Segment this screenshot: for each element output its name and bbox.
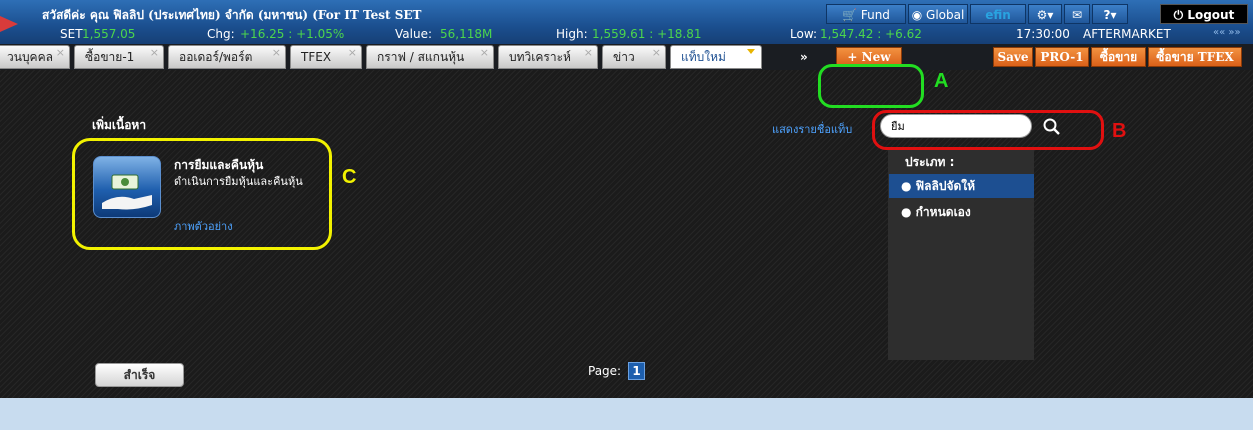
tab-label: TFEX (301, 50, 332, 64)
annotation-ring-c (72, 138, 332, 250)
annotation-ring-a (818, 64, 924, 108)
more-tabs-icon[interactable]: » (800, 50, 808, 64)
market-session: AFTERMARKET (1083, 27, 1171, 41)
page-number-button[interactable]: 1 (628, 362, 645, 380)
tab-news[interactable]: ข่าว × (602, 45, 666, 69)
low-value: 1,547.42 : +6.62 (820, 27, 922, 41)
filter-option-label: กำหนดเอง (915, 205, 971, 219)
close-icon[interactable]: × (56, 42, 65, 64)
tab-label: กราฟ / สแกนหุ้น (377, 50, 465, 64)
help-icon: ?▾ (1103, 8, 1117, 22)
filter-title: ประเภท : (905, 155, 955, 169)
help-button[interactable]: ?▾ (1092, 4, 1128, 24)
high-value: 1,559.61 : +18.81 (592, 27, 702, 41)
value-label: Value: (395, 27, 432, 41)
save-button[interactable]: Save (993, 47, 1033, 67)
buysell-button[interactable]: ซื้อขาย (1091, 47, 1146, 67)
market-quote-row: SET 1,557.05 Chg: +16.25 : +1.05% Value:… (0, 24, 1253, 44)
global-label: Global (926, 8, 965, 22)
globe-icon: ◉ (911, 8, 923, 22)
chg-value: +16.25 : +1.05% (240, 27, 345, 41)
dropdown-triangle-icon[interactable] (747, 49, 755, 54)
annotation-label-a: A (934, 70, 949, 92)
header-bar: สวัสดีค่ะ คุณ ฟิลลิป (ประเทศไทย) จำกัด (… (0, 0, 1253, 44)
market-time: 17:30:00 (1016, 27, 1070, 41)
quote-nav-arrows[interactable]: «« »» (1213, 27, 1241, 38)
annotation-label-c: C (342, 166, 357, 188)
power-icon: ⏻ (1173, 8, 1184, 22)
close-icon[interactable]: × (272, 42, 281, 64)
settings-button[interactable]: ⚙▾ (1028, 4, 1062, 24)
close-icon[interactable]: × (480, 42, 489, 64)
tab-chart-scan[interactable]: กราฟ / สแกนหุ้น × (366, 45, 494, 69)
tab-label: ข่าว (613, 50, 635, 64)
logout-label: Logout (1187, 8, 1235, 22)
filter-option-phillip[interactable]: ● ฟิลลิปจัดให้ (889, 174, 1034, 198)
high-label: High: (556, 27, 588, 41)
close-icon[interactable]: × (584, 42, 593, 64)
tab-label: ออเดอร์/พอร์ต (179, 50, 253, 64)
low-label: Low: (790, 27, 818, 41)
tab-new-tab[interactable]: แท็บใหม่ (670, 45, 762, 69)
trade-value: 56,118M (440, 27, 493, 41)
gear-icon: ⚙▾ (1036, 8, 1054, 22)
annotation-ring-b (872, 110, 1104, 150)
pro1-button[interactable]: PRO-1 (1035, 47, 1089, 67)
chg-label: Chg: (207, 27, 235, 41)
tab-label: วนบุคคล (7, 50, 53, 64)
page-label: Page: (588, 364, 622, 378)
tab-analysis[interactable]: บทวิเคราะห์ × (498, 45, 598, 69)
show-tabs-label: แสดงรายชื่อแท็บ (772, 123, 853, 136)
efin-label: efin (985, 8, 1011, 22)
global-button[interactable]: ◉ Global (908, 4, 968, 24)
set-label: SET (60, 27, 83, 41)
tab-personal[interactable]: วนบุคคล × (0, 45, 70, 69)
tab-tfex[interactable]: TFEX × (290, 45, 362, 69)
tab-label: ซื้อขาย-1 (85, 50, 135, 64)
filter-option-custom[interactable]: ● กำหนดเอง (889, 200, 1034, 224)
set-value: 1,557.05 (82, 27, 136, 41)
greeting-text: สวัสดีค่ะ คุณ ฟิลลิป (ประเทศไทย) จำกัด (… (42, 8, 422, 22)
fund-label: Fund (860, 8, 890, 22)
close-icon[interactable]: × (652, 42, 661, 64)
logout-button[interactable]: ⏻ Logout (1160, 4, 1248, 24)
mail-button[interactable]: ✉ (1064, 4, 1090, 24)
filter-option-label: ฟิลลิปจัดให้ (915, 179, 976, 193)
close-icon[interactable]: × (348, 42, 357, 64)
buysell-tfex-button[interactable]: ซื้อขาย TFEX (1148, 47, 1242, 67)
cart-icon: 🛒 (842, 8, 858, 22)
done-button[interactable]: สำเร็จ (95, 363, 184, 387)
add-content-title: เพิ่มเนื้อหา (92, 118, 147, 132)
tab-label: บทวิเคราะห์ (509, 50, 571, 64)
tab-order-port[interactable]: ออเดอร์/พอร์ต × (168, 45, 286, 69)
efin-button[interactable]: efin (970, 4, 1026, 24)
close-icon[interactable]: × (150, 42, 159, 64)
mail-icon: ✉ (1071, 8, 1083, 22)
tab-buysell-1[interactable]: ซื้อขาย-1 × (74, 45, 164, 69)
tab-bar: วนบุคคล × ซื้อขาย-1 × ออเดอร์/พอร์ต × TFEX ×… (0, 44, 1253, 70)
fund-button[interactable]: 🛒 Fund (826, 4, 906, 24)
tab-label: แท็บใหม่ (681, 50, 726, 64)
annotation-label-b: B (1112, 120, 1127, 142)
